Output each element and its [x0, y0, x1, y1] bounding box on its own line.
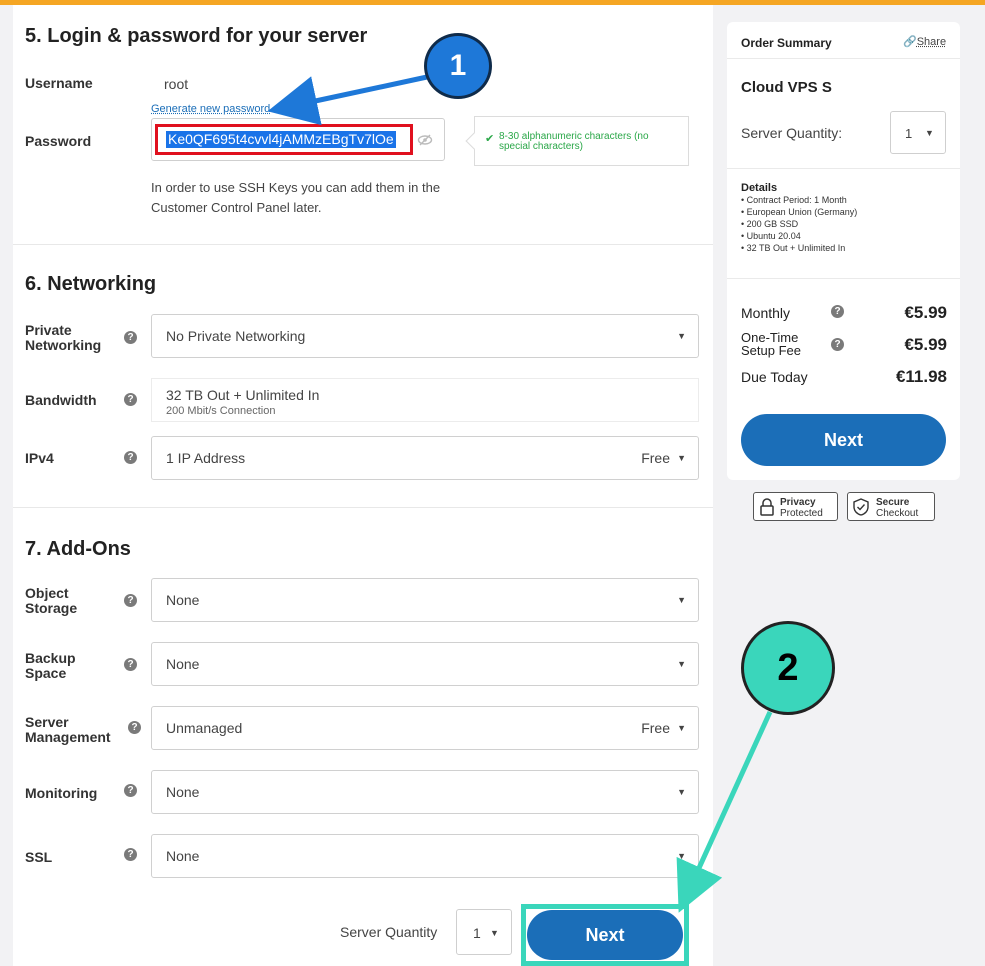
annotation-arrows [267, 74, 773, 913]
annotation-step-1: 1 [424, 33, 492, 99]
annotation-arrow-2 [676, 710, 773, 913]
annotation-step-2: 2 [741, 621, 835, 715]
annotation-arrow-1 [267, 74, 428, 126]
